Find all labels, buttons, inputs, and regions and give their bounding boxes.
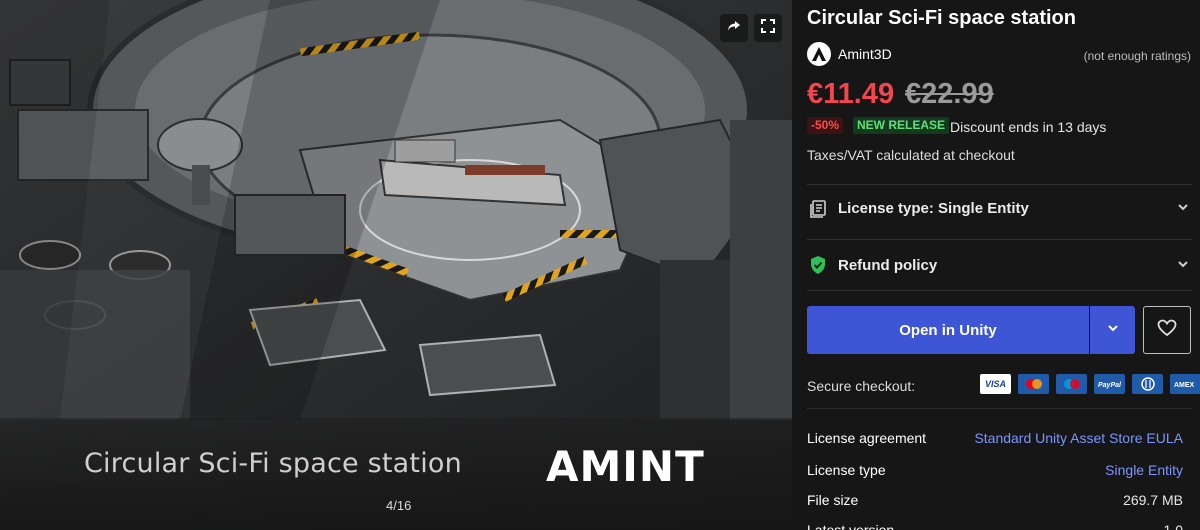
open-in-unity-button[interactable]: Open in Unity xyxy=(807,306,1089,354)
ratings-text: (not enough ratings) xyxy=(1083,49,1191,63)
chevron-down-icon xyxy=(1176,200,1190,219)
amint-logo: AMINT xyxy=(546,442,705,491)
share-icon xyxy=(727,19,741,38)
discount-badge: -50% xyxy=(807,117,844,134)
shield-check-icon xyxy=(807,254,829,276)
amex-icon: AMEX xyxy=(1170,374,1200,394)
gallery-counter: 4/16 xyxy=(386,498,412,513)
paypal-icon: PayPal xyxy=(1094,374,1125,394)
file-size-value: 269.7 MB xyxy=(1123,492,1183,508)
info-row-license-agreement: License agreement Standard Unity Asset S… xyxy=(807,430,1192,452)
info-key: License type xyxy=(807,462,886,478)
payment-methods: VISA PayPal AMEX xyxy=(980,374,1200,394)
original-price: €22.99 xyxy=(905,78,994,110)
fullscreen-button[interactable] xyxy=(754,14,782,42)
info-row-file-size: File size 269.7 MB xyxy=(807,492,1192,514)
license-type-label: License type: Single Entity xyxy=(838,200,1029,217)
info-row-latest-version: Latest version 1.0 xyxy=(807,522,1192,530)
share-button[interactable] xyxy=(720,14,748,42)
open-options-dropdown[interactable] xyxy=(1090,306,1135,354)
gallery-overlay-title: Circular Sci-Fi space station xyxy=(84,448,462,479)
image-gallery[interactable]: Circular Sci-Fi space station AMINT 4/16 xyxy=(0,0,792,530)
refund-policy-label: Refund policy xyxy=(838,256,938,274)
svg-text:AMEX: AMEX xyxy=(1174,382,1195,389)
svg-text:PayPal: PayPal xyxy=(1098,382,1122,389)
diners-club-icon xyxy=(1132,374,1163,394)
purchase-panel: Circular Sci-Fi space station Amint3D (n… xyxy=(792,0,1200,530)
chevron-down-icon xyxy=(1176,257,1190,276)
refund-policy-accordion[interactable]: Refund policy xyxy=(807,239,1192,291)
info-key: File size xyxy=(807,492,859,508)
publisher-logo-icon[interactable] xyxy=(807,42,831,66)
visa-icon: VISA xyxy=(980,374,1011,394)
eula-link[interactable]: Standard Unity Asset Store EULA xyxy=(974,430,1183,446)
fullscreen-icon xyxy=(761,18,775,38)
product-title: Circular Sci-Fi space station xyxy=(807,7,1076,29)
wishlist-button[interactable] xyxy=(1143,306,1191,354)
latest-version-value: 1.0 xyxy=(1163,522,1183,530)
current-price: €11.49 xyxy=(807,78,895,110)
taxes-note: Taxes/VAT calculated at checkout xyxy=(807,147,1015,163)
heart-icon xyxy=(1157,319,1177,342)
publisher-link[interactable]: Amint3D xyxy=(838,46,892,62)
chevron-down-icon xyxy=(1106,321,1120,340)
info-row-license-type: License type Single Entity xyxy=(807,462,1192,484)
license-icon xyxy=(807,198,829,220)
discount-ends-text: Discount ends in 13 days xyxy=(950,119,1107,135)
info-key: Latest version xyxy=(807,522,895,530)
new-release-badge: NEW RELEASE xyxy=(853,117,950,134)
secure-checkout-label: Secure checkout: xyxy=(807,378,916,394)
mastercard-icon xyxy=(1018,374,1049,394)
info-key: License agreement xyxy=(807,430,927,446)
maestro-icon xyxy=(1056,374,1087,394)
divider xyxy=(807,408,1192,409)
license-type-link[interactable]: Single Entity xyxy=(1105,462,1183,478)
license-type-accordion[interactable]: License type: Single Entity xyxy=(807,184,1192,232)
asset-store-page: Circular Sci-Fi space station AMINT 4/16… xyxy=(0,0,1200,530)
